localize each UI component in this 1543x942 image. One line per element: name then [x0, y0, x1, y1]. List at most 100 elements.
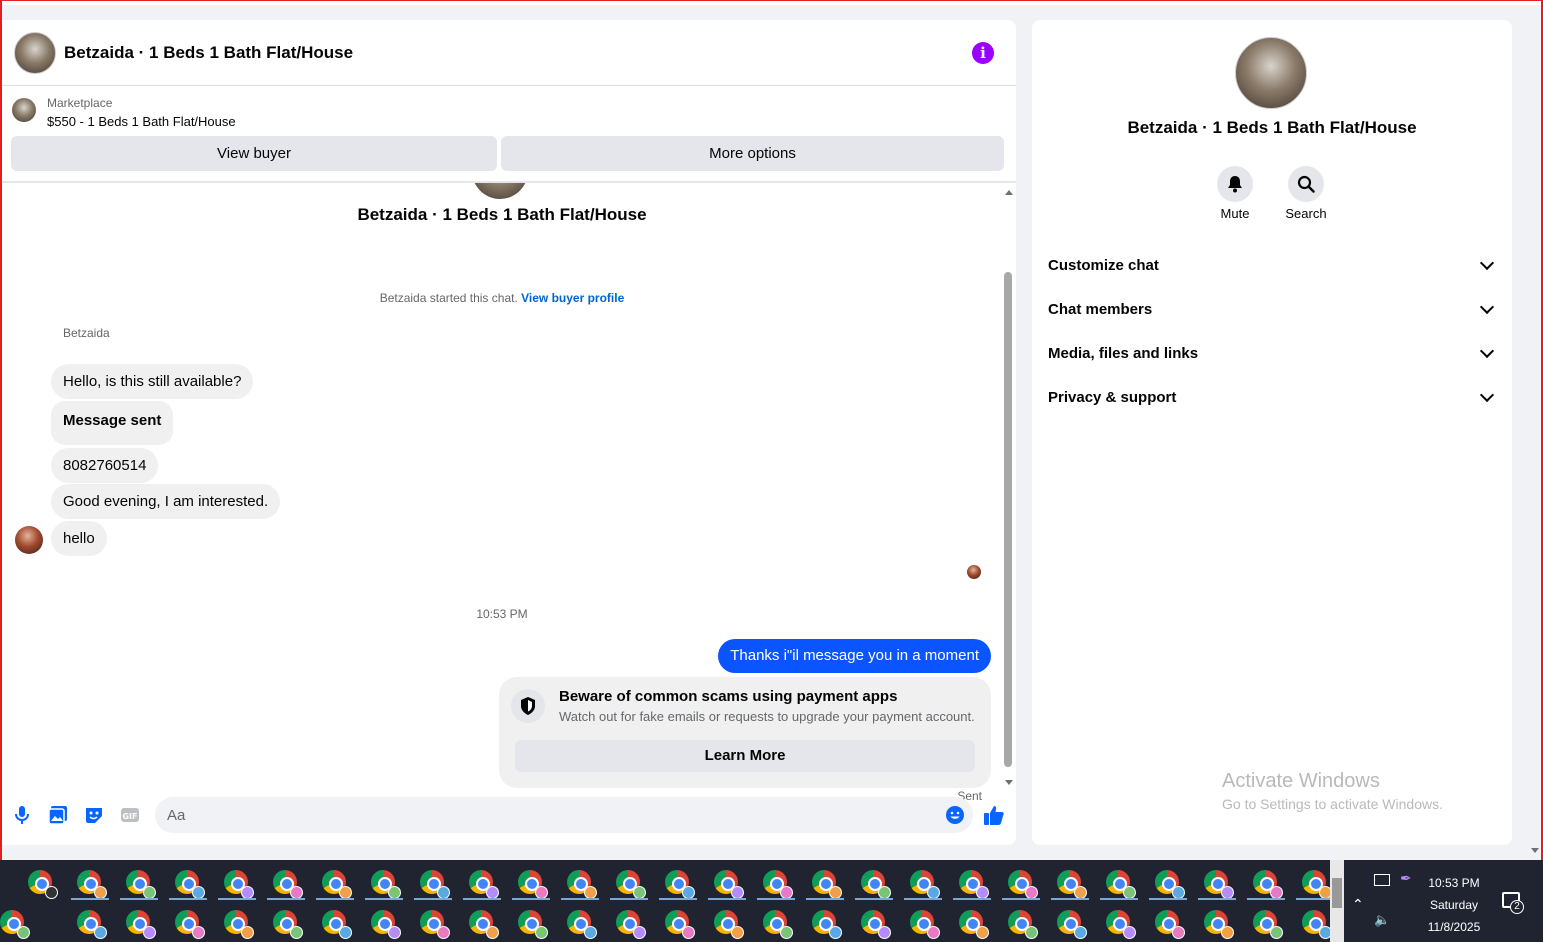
thumbs-up-icon[interactable] [983, 804, 1005, 826]
running-indicator [365, 898, 403, 900]
incoming-message[interactable]: Message sent [51, 401, 174, 445]
volume-icon[interactable]: 🔈 [1374, 912, 1390, 928]
emoji-icon[interactable] [944, 804, 966, 826]
sticker-icon[interactable] [83, 804, 105, 826]
search-icon[interactable] [1288, 166, 1324, 202]
scroll-thumb[interactable] [1004, 272, 1012, 767]
chrome-profile-icon[interactable] [126, 870, 156, 899]
chrome-profile-icon[interactable] [861, 870, 891, 899]
view-buyer-button[interactable]: View buyer [11, 136, 497, 171]
photo-icon[interactable] [47, 804, 69, 826]
chrome-profile-icon[interactable] [616, 910, 646, 939]
bell-icon[interactable] [1217, 166, 1253, 202]
chrome-profile-icon[interactable] [567, 870, 597, 899]
gif-icon[interactable]: GIF [119, 804, 141, 826]
chrome-profile-icon[interactable] [1204, 870, 1234, 899]
chrome-profile-icon[interactable] [910, 870, 940, 899]
chrome-profile-icon[interactable] [420, 870, 450, 899]
chrome-profile-icon[interactable] [175, 910, 205, 939]
chrome-profile-icon[interactable] [1008, 910, 1038, 939]
chrome-profile-icon[interactable] [77, 870, 107, 899]
chrome-profile-icon[interactable] [224, 870, 254, 899]
learn-more-button[interactable]: Learn More [515, 740, 975, 772]
mute-button[interactable]: Mute [1200, 166, 1270, 221]
privacy-support-section[interactable]: Privacy & support [1032, 375, 1512, 419]
chrome-profile-icon[interactable] [763, 870, 793, 899]
chrome-profile-icon[interactable] [224, 910, 254, 939]
incoming-message[interactable]: Hello, is this still available? [51, 364, 254, 399]
chrome-profile-icon[interactable] [518, 910, 548, 939]
incoming-message[interactable]: Good evening, I am interested. [51, 484, 281, 519]
chrome-profile-icon[interactable] [567, 910, 597, 939]
chat-info-panel: Betzaida · 1 Beds 1 Bath Flat/House Mute… [1032, 20, 1512, 845]
chrome-profile-icon[interactable] [322, 910, 352, 939]
chrome-profile-icon[interactable] [763, 910, 793, 939]
chrome-profile-icon[interactable] [126, 910, 156, 939]
chrome-profile-icon[interactable] [77, 910, 107, 939]
chrome-profile-icon[interactable] [0, 910, 30, 939]
info-icon[interactable]: i [972, 42, 994, 64]
media-files-links-section[interactable]: Media, files and links [1032, 331, 1512, 375]
listing-price-title[interactable]: $550 - 1 Beds 1 Bath Flat/House [47, 114, 236, 129]
chrome-profile-icon[interactable] [469, 870, 499, 899]
chrome-profile-icon[interactable] [665, 870, 695, 899]
listing-avatar[interactable] [14, 31, 56, 74]
chrome-profile-icon[interactable] [665, 910, 695, 939]
chrome-profile-icon[interactable] [1155, 870, 1185, 899]
page-scroll-down-arrow[interactable] [1531, 848, 1539, 853]
chrome-profile-icon[interactable] [322, 870, 352, 899]
sender-avatar[interactable] [15, 526, 43, 554]
chrome-profile-icon[interactable] [371, 870, 401, 899]
chrome-profile-icon[interactable] [28, 870, 58, 899]
chrome-profile-icon[interactable] [371, 910, 401, 939]
chat-title[interactable]: Betzaida · 1 Beds 1 Bath Flat/House [64, 43, 353, 63]
chrome-profile-icon[interactable] [1057, 870, 1087, 899]
chrome-profile-icon[interactable] [959, 910, 989, 939]
chrome-profile-icon[interactable] [1106, 870, 1136, 899]
chrome-profile-icon[interactable] [1106, 910, 1136, 939]
clock[interactable]: 10:53 PM Saturday 11/8/2025 [1414, 872, 1494, 938]
chrome-profile-icon[interactable] [812, 910, 842, 939]
network-icon[interactable] [1374, 874, 1390, 886]
taskbar-scroll-thumb[interactable] [1332, 878, 1342, 908]
view-buyer-profile-link[interactable]: View buyer profile [521, 291, 624, 305]
chrome-profile-icon[interactable] [273, 870, 303, 899]
chrome-profile-icon[interactable] [1204, 910, 1234, 939]
microphone-icon[interactable] [11, 804, 33, 826]
pen-icon[interactable]: ✒ [1400, 870, 1414, 888]
chrome-profile-icon[interactable] [175, 870, 205, 899]
incoming-message[interactable]: hello [51, 521, 107, 556]
chrome-profile-icon[interactable] [273, 910, 303, 939]
chrome-profile-icon[interactable] [616, 870, 646, 899]
chrome-profile-icon[interactable] [910, 910, 940, 939]
message-scrollbar[interactable] [1002, 190, 1016, 785]
scroll-down-arrow[interactable] [1005, 780, 1013, 785]
scroll-up-arrow[interactable] [1005, 190, 1013, 195]
chrome-profile-icon[interactable] [1155, 910, 1185, 939]
chrome-profile-icon[interactable] [812, 870, 842, 899]
chrome-profile-icon[interactable] [1302, 910, 1332, 939]
customize-chat-section[interactable]: Customize chat [1032, 243, 1512, 287]
chrome-profile-icon[interactable] [1057, 910, 1087, 939]
chrome-profile-icon[interactable] [714, 870, 744, 899]
chat-members-section[interactable]: Chat members [1032, 287, 1512, 331]
chrome-profile-icon[interactable] [1253, 870, 1283, 899]
incoming-message[interactable]: 8082760514 [51, 448, 159, 483]
chrome-profile-icon[interactable] [1253, 910, 1283, 939]
show-hidden-icons-icon[interactable]: ⌃ [1352, 896, 1364, 913]
info-avatar[interactable] [1235, 37, 1307, 109]
chrome-profile-icon[interactable] [959, 870, 989, 899]
message-input[interactable] [155, 797, 973, 833]
chrome-profile-icon[interactable] [1302, 870, 1332, 899]
chrome-profile-icon[interactable] [1008, 870, 1038, 899]
outgoing-message[interactable]: Thanks i"il message you in a moment [718, 639, 991, 673]
chrome-profile-icon[interactable] [518, 870, 548, 899]
chrome-profile-icon[interactable] [861, 910, 891, 939]
more-options-button[interactable]: More options [501, 136, 1004, 171]
listing-thumbnail[interactable] [12, 98, 36, 122]
chrome-profile-icon[interactable] [469, 910, 499, 939]
taskbar-scrollbar[interactable] [1330, 860, 1344, 942]
chrome-profile-icon[interactable] [714, 910, 744, 939]
search-button[interactable]: Search [1271, 166, 1341, 221]
chrome-profile-icon[interactable] [420, 910, 450, 939]
